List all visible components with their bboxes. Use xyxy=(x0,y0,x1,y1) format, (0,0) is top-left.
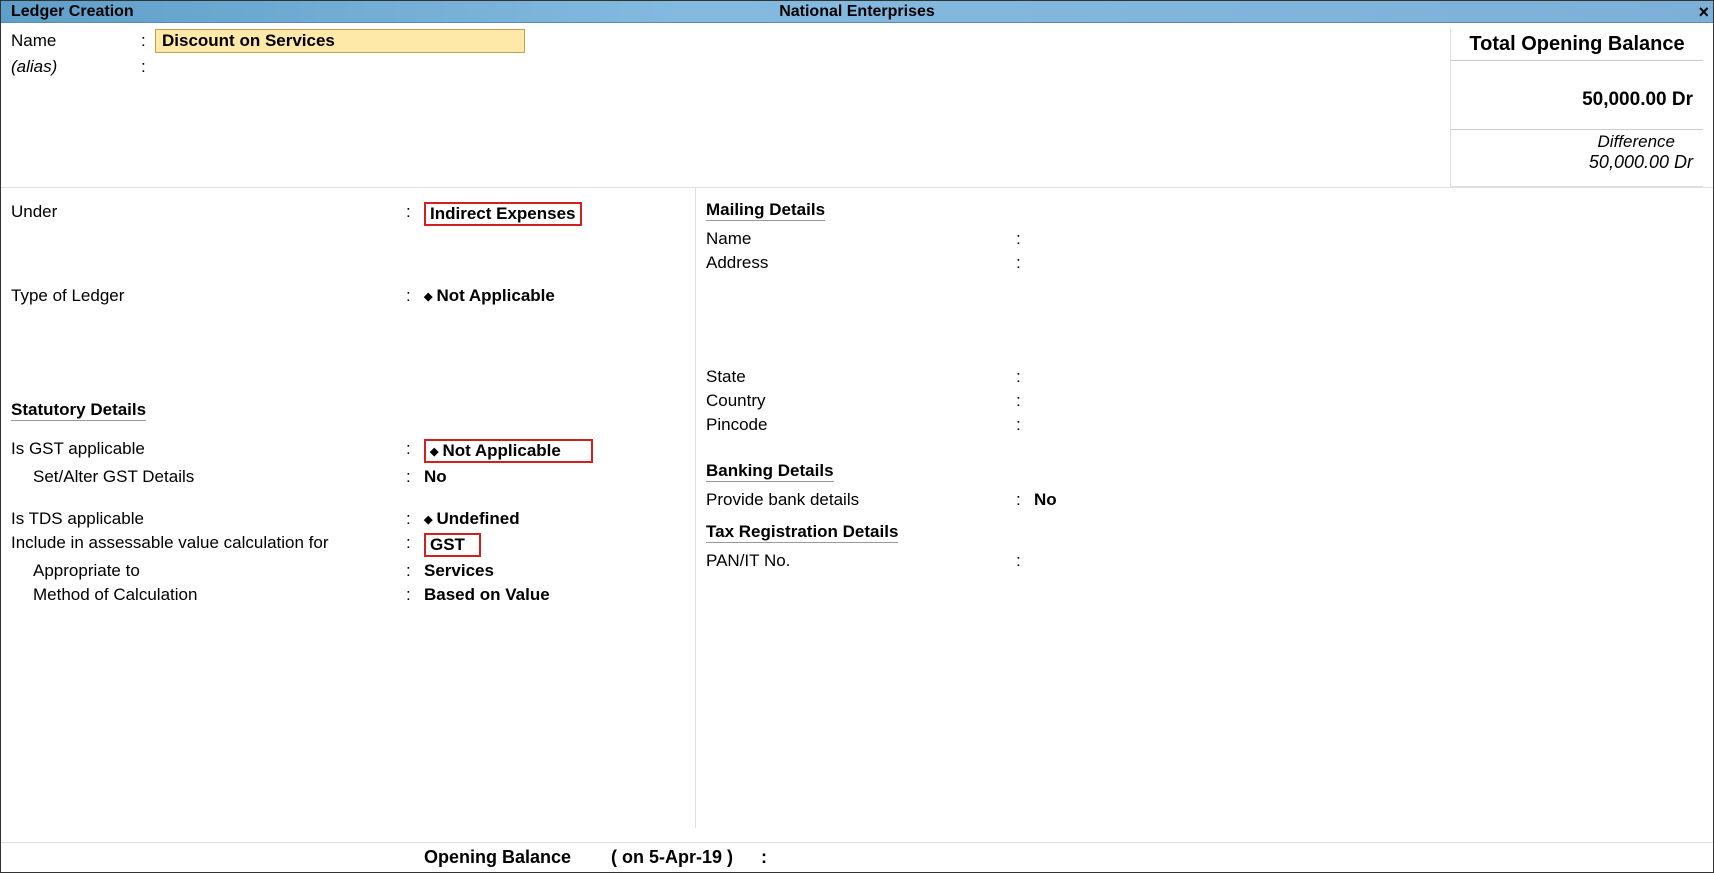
company-name: National Enterprises xyxy=(779,3,935,21)
include-assessable-label: Include in assessable value calculation … xyxy=(11,533,406,553)
mailing-address-label: Address xyxy=(706,253,1016,273)
titlebar: Ledger Creation National Enterprises × xyxy=(1,1,1713,23)
include-assessable-value[interactable]: GST xyxy=(424,533,481,557)
colon: : xyxy=(406,286,424,306)
mailing-details-head: Mailing Details xyxy=(706,200,825,221)
top-section: Name : Discount on Services (alias) : To… xyxy=(1,23,1713,188)
screen-title: Ledger Creation xyxy=(1,3,134,21)
state-value[interactable] xyxy=(1034,367,1703,387)
mailing-name-label: Name xyxy=(706,229,1016,249)
opening-balance-label: Opening Balance xyxy=(1,847,611,868)
colon: : xyxy=(1016,391,1034,411)
colon: : xyxy=(1016,367,1034,387)
alias-label: (alias) xyxy=(11,57,141,77)
opening-balance-title: Total Opening Balance xyxy=(1451,29,1703,61)
name-input[interactable]: Discount on Services xyxy=(155,29,525,53)
type-of-ledger-value[interactable]: Not Applicable xyxy=(424,286,685,306)
pincode-label: Pincode xyxy=(706,415,1016,435)
colon: : xyxy=(1016,551,1034,571)
opening-balance-panel: Total Opening Balance 50,000.00 Dr Diffe… xyxy=(1450,29,1703,187)
colon: : xyxy=(761,847,781,868)
under-value[interactable]: Indirect Expenses xyxy=(424,202,582,226)
method-of-calculation-value[interactable]: Based on Value xyxy=(424,585,685,605)
colon: : xyxy=(1016,415,1034,435)
colon: : xyxy=(1016,253,1034,273)
method-of-calculation-label: Method of Calculation xyxy=(11,585,406,605)
appropriate-to-value[interactable]: Services xyxy=(424,561,685,581)
provide-bank-details-value[interactable]: No xyxy=(1034,490,1703,510)
colon: : xyxy=(406,533,424,553)
name-alias-block: Name : Discount on Services (alias) : xyxy=(11,29,1450,187)
type-of-ledger-label: Type of Ledger xyxy=(11,286,406,306)
difference-amount: 50,000.00 Dr xyxy=(1451,152,1703,175)
provide-bank-details-label: Provide bank details xyxy=(706,490,1016,510)
under-label: Under xyxy=(11,202,406,222)
left-column: Under : Indirect Expenses Type of Ledger… xyxy=(1,188,696,828)
right-column: Mailing Details Name : Address : State :… xyxy=(696,188,1713,828)
pincode-value[interactable] xyxy=(1034,415,1703,435)
gst-applicable-value[interactable]: Not Applicable xyxy=(424,439,593,463)
tds-applicable-value[interactable]: Undefined xyxy=(424,509,685,529)
colon: : xyxy=(141,57,155,77)
gst-applicable-label: Is GST applicable xyxy=(11,439,406,459)
colon: : xyxy=(406,509,424,529)
pan-it-no-label: PAN/IT No. xyxy=(706,551,1016,571)
appropriate-to-label: Appropriate to xyxy=(11,561,406,581)
statutory-details-head: Statutory Details xyxy=(11,400,146,421)
footer: Opening Balance ( on 5-Apr-19 ) : xyxy=(1,842,1713,868)
set-alter-gst-label: Set/Alter GST Details xyxy=(11,467,406,487)
colon: : xyxy=(406,439,424,459)
mailing-name-value[interactable] xyxy=(1034,229,1703,249)
banking-details-head: Banking Details xyxy=(706,461,834,482)
ledger-creation-window: Ledger Creation National Enterprises × N… xyxy=(0,0,1714,873)
colon: : xyxy=(406,585,424,605)
close-icon[interactable]: × xyxy=(1698,3,1709,21)
colon: : xyxy=(406,561,424,581)
tds-applicable-label: Is TDS applicable xyxy=(11,509,406,529)
state-label: State xyxy=(706,367,1016,387)
colon: : xyxy=(141,31,155,51)
difference-label: Difference xyxy=(1451,129,1703,152)
opening-balance-amount: 50,000.00 Dr xyxy=(1451,61,1703,129)
colon: : xyxy=(1016,490,1034,510)
pan-it-no-value[interactable] xyxy=(1034,551,1703,571)
country-value[interactable] xyxy=(1034,391,1703,411)
colon: : xyxy=(1016,229,1034,249)
opening-balance-date: ( on 5-Apr-19 ) xyxy=(611,847,761,868)
colon: : xyxy=(406,467,424,487)
name-label: Name xyxy=(11,31,141,51)
country-label: Country xyxy=(706,391,1016,411)
tax-registration-head: Tax Registration Details xyxy=(706,522,898,543)
main-columns: Under : Indirect Expenses Type of Ledger… xyxy=(1,188,1713,828)
mailing-address-value[interactable] xyxy=(1034,253,1703,273)
colon: : xyxy=(406,202,424,222)
set-alter-gst-value[interactable]: No xyxy=(424,467,685,487)
